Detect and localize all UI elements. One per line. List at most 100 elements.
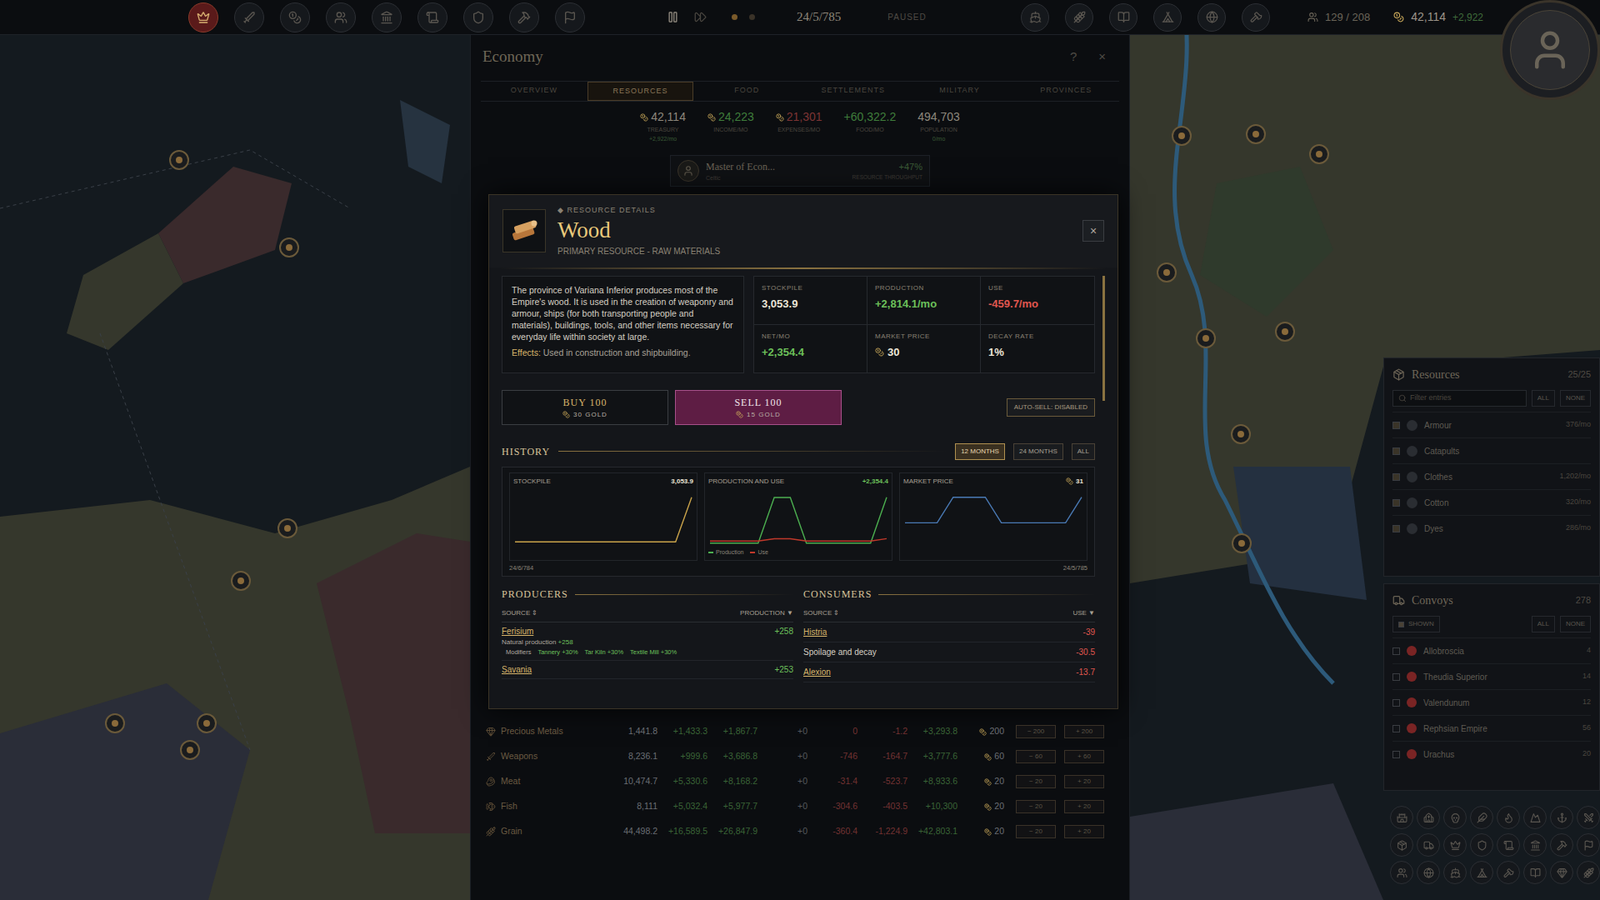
buy-small-button[interactable]: + 20 [1064,825,1105,839]
sell-small-button[interactable]: − 60 [1015,750,1056,764]
toolbar-button[interactable] [1020,3,1050,32]
toolbar-button[interactable] [325,2,356,33]
range-button[interactable]: 24 MONTHS [1013,443,1064,460]
action-button[interactable] [1576,833,1600,857]
toolbar-button[interactable] [188,2,219,33]
economy-tab[interactable]: FOOD [693,81,800,102]
map-pin[interactable] [1196,329,1215,348]
map-pin[interactable] [105,714,125,733]
item-checkbox[interactable] [1392,499,1400,507]
producer-link[interactable]: Savania [501,663,532,676]
sort-source[interactable]: SOURCE ⇕ [501,608,538,619]
item-checkbox[interactable] [1392,447,1400,455]
toolbar-button[interactable] [463,2,494,33]
map-pin[interactable] [1157,263,1176,282]
buy-small-button[interactable]: + 20 [1064,800,1105,814]
ruler-portrait[interactable] [1500,0,1600,100]
action-button[interactable] [1523,833,1547,857]
fast-forward-icon[interactable] [694,10,707,24]
dialog-scrollbar[interactable] [1102,275,1105,401]
action-button[interactable] [1576,860,1600,885]
toolbar-button[interactable] [1065,3,1094,32]
sell-small-button[interactable]: − 20 [1015,825,1056,839]
action-button[interactable] [1550,860,1574,885]
toolbar-button[interactable] [555,2,585,33]
action-button[interactable] [1443,860,1467,885]
economy-tab[interactable]: PROVINCES [1012,81,1120,102]
item-checkbox[interactable] [1392,421,1400,430]
convoy-item[interactable]: Valendunum12 [1392,689,1591,715]
resource-filter-item[interactable]: Dyes286/mo [1392,515,1591,541]
economy-tab[interactable]: MILITARY [906,81,1014,102]
select-none-button[interactable]: NONE [1560,615,1591,633]
toolbar-button[interactable] [509,2,540,33]
select-all-button[interactable]: ALL [1531,390,1555,407]
item-checkbox[interactable] [1392,473,1400,481]
minister-card[interactable]: Master of Econ...Celtic+47%RESOURCE THRO… [670,155,930,187]
range-button[interactable]: ALL [1071,443,1095,460]
help-button[interactable]: ? [1070,47,1077,67]
convoy-item[interactable]: Theudia Superior14 [1392,663,1591,690]
item-checkbox[interactable] [1392,673,1400,681]
toolbar-button[interactable] [371,2,402,33]
map-pin[interactable] [231,571,250,590]
range-button[interactable]: 12 MONTHS [955,443,1005,460]
map-pin[interactable] [1246,125,1265,144]
sell-small-button[interactable]: − 200 [1015,725,1056,739]
toolbar-button[interactable] [1197,3,1226,32]
map-pin[interactable] [1232,534,1251,553]
sort-production[interactable]: PRODUCTION ▼ [740,608,794,619]
map-pin[interactable] [170,150,189,170]
resource-row[interactable]: Meat10,474.7+5,330.6+8,168.2+0-31.4-523.… [482,769,1118,795]
buy-small-button[interactable]: + 20 [1064,775,1105,789]
map-pin[interactable] [180,740,200,760]
action-button[interactable] [1390,833,1414,857]
sort-source[interactable]: SOURCE ⇕ [803,608,840,619]
sell-button[interactable]: SELL 10015 GOLD [675,390,842,425]
resource-row[interactable]: Precious Metals1,441.8+1,433.3+1,867.7+0… [482,719,1118,745]
map-pin[interactable] [1231,425,1250,444]
action-button[interactable] [1443,805,1467,830]
action-button[interactable] [1576,805,1600,830]
action-button[interactable] [1496,805,1520,830]
convoy-item[interactable]: Urachus20 [1392,740,1591,767]
speed-dot[interactable] [731,14,738,20]
close-button[interactable]: × [1082,220,1105,242]
action-button[interactable] [1523,860,1547,885]
toolbar-button[interactable] [234,2,265,33]
map-pin[interactable] [280,238,299,257]
toolbar-button[interactable] [1109,3,1138,32]
item-checkbox[interactable] [1392,750,1400,759]
sell-small-button[interactable]: − 20 [1015,800,1056,814]
resource-row[interactable]: Weapons8,236.1+999.6+3,686.8+0-746-164.7… [482,744,1118,770]
filter-field[interactable]: Filter entries [1392,390,1527,407]
buy-small-button[interactable]: + 200 [1064,725,1105,739]
toolbar-button[interactable] [417,2,448,33]
map-pin[interactable] [197,714,216,733]
item-checkbox[interactable] [1392,725,1400,733]
consumer-link[interactable]: Alexion [803,665,831,679]
resource-filter-item[interactable]: Clothes1,202/mo [1392,463,1591,490]
consumer-link[interactable]: Histria [803,625,827,639]
action-button[interactable] [1523,805,1547,830]
convoy-item[interactable]: Rephsian Empire56 [1392,715,1591,741]
economy-tab[interactable]: SETTLEMENTS [800,81,907,102]
action-button[interactable] [1550,833,1574,857]
resource-row[interactable]: Fish8,111+5,032.4+5,977.7+0-304.6-403.5+… [482,794,1118,820]
toolbar-button[interactable] [280,2,310,33]
action-button[interactable] [1390,860,1414,885]
action-button[interactable] [1470,860,1494,885]
pause-icon[interactable] [666,10,680,24]
item-checkbox[interactable] [1392,699,1400,707]
action-button[interactable] [1470,805,1494,830]
action-button[interactable] [1443,833,1467,857]
sell-small-button[interactable]: − 20 [1015,775,1056,789]
producer-link[interactable]: Ferisium [501,625,534,638]
speed-dot[interactable] [749,14,755,20]
buy-small-button[interactable]: + 60 [1064,750,1105,764]
auto-sell-toggle[interactable]: AUTO-SELL: DISABLED [1006,398,1095,417]
map-pin[interactable] [1310,145,1329,164]
action-button[interactable] [1416,833,1440,857]
economy-tab[interactable]: RESOURCES [587,81,695,102]
sort-use[interactable]: USE ▼ [1072,608,1095,619]
